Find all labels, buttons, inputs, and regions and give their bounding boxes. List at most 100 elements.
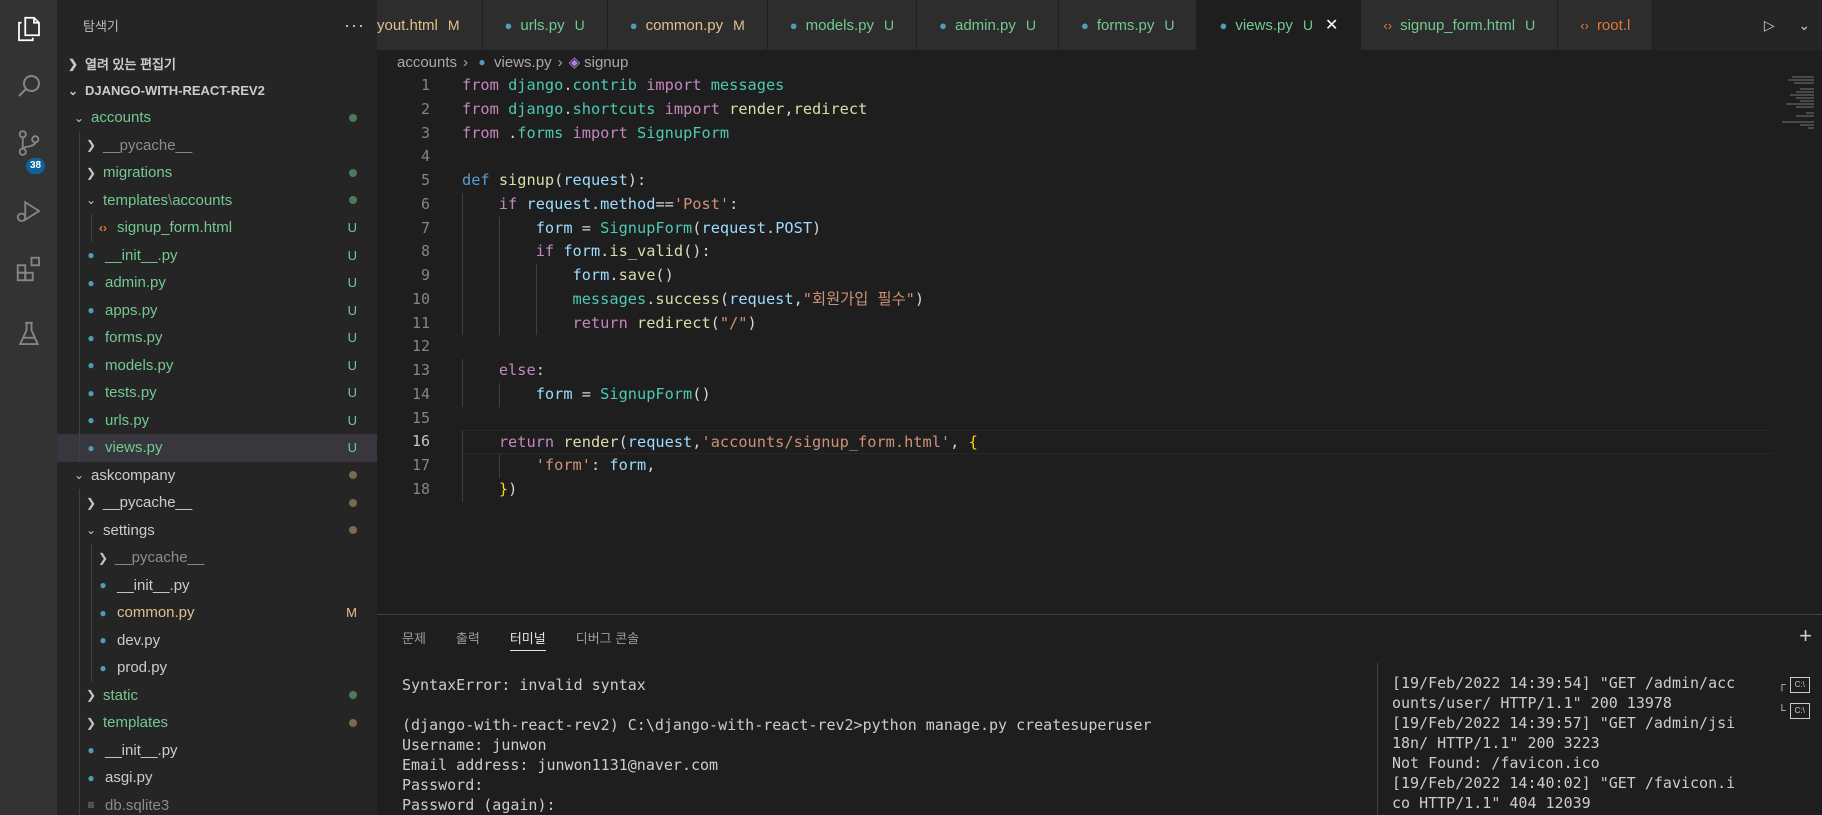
- tree-item[interactable]: ⌄ accounts: [57, 104, 377, 132]
- python-file-icon: ●: [87, 248, 95, 263]
- tree-item[interactable]: ⌄ settings: [57, 516, 377, 544]
- activity-bar: 38: [0, 0, 57, 815]
- tree-item[interactable]: ⌄ templates \ accounts: [57, 186, 377, 214]
- code-line[interactable]: form = SignupForm(): [462, 382, 1772, 407]
- tree-item[interactable]: ● __init__.py: [57, 736, 377, 764]
- code-line[interactable]: }): [462, 477, 1772, 502]
- tree-item-label: __init__.py: [105, 246, 178, 264]
- editor-tab[interactable]: ● urls.py U: [482, 0, 608, 50]
- tree-item[interactable]: ● dev.py: [57, 626, 377, 654]
- tree-item[interactable]: ● admin.py U: [57, 269, 377, 297]
- breadcrumb-file[interactable]: views.py: [494, 54, 552, 71]
- terminal-list-item[interactable]: ┌ C:\: [1778, 677, 1810, 693]
- breadcrumb-folder[interactable]: accounts: [397, 54, 457, 71]
- code-line[interactable]: form.save(): [462, 264, 1772, 288]
- tree-item[interactable]: ● prod.py: [57, 654, 377, 682]
- explorer-icon[interactable]: [0, 0, 57, 57]
- indent-guide: [91, 626, 92, 654]
- terminal-list-item[interactable]: └ C:\: [1778, 703, 1810, 719]
- run-debug-icon[interactable]: [0, 182, 57, 239]
- code-line[interactable]: 'form': form,: [462, 454, 1772, 478]
- testing-icon[interactable]: [0, 305, 57, 362]
- tree-item[interactable]: ● models.py U: [57, 351, 377, 379]
- new-terminal-icon[interactable]: +: [1799, 623, 1812, 649]
- panel-tab[interactable]: 디버그 콘솔: [576, 615, 639, 659]
- tree-item[interactable]: ● __init__.py U: [57, 241, 377, 269]
- editor-tab[interactable]: ● common.py M: [607, 0, 768, 50]
- code-line[interactable]: return render(request,'accounts/signup_f…: [462, 430, 1772, 455]
- tree-item[interactable]: ● asgi.py: [57, 764, 377, 792]
- tree-item[interactable]: ● apps.py U: [57, 296, 377, 324]
- code-line[interactable]: from django.shortcuts import render,redi…: [462, 98, 1772, 122]
- tree-item[interactable]: ≡ db.sqlite3: [57, 791, 377, 815]
- open-editors-section[interactable]: ❯ 열려 있는 편집기: [57, 50, 377, 77]
- tree-item[interactable]: ● tests.py U: [57, 379, 377, 407]
- editor-tab[interactable]: ‹› root.l: [1558, 0, 1654, 50]
- code-line[interactable]: from django.contrib import messages: [462, 74, 1772, 98]
- tree-item-label: __init__.py: [105, 741, 178, 759]
- editor-tab[interactable]: yout.html M: [377, 0, 483, 50]
- code-line[interactable]: if request.method=='Post':: [462, 192, 1772, 217]
- close-icon[interactable]: ✕: [1325, 15, 1338, 35]
- code-line[interactable]: return redirect("/"): [462, 311, 1772, 336]
- line-number: 3: [420, 123, 430, 142]
- code-line[interactable]: [462, 145, 1772, 169]
- tree-item[interactable]: ‹› signup_form.html U: [57, 214, 377, 242]
- tree-item[interactable]: ❯ __pycache__: [57, 544, 377, 572]
- code-line[interactable]: [462, 407, 1772, 431]
- tree-item[interactable]: ● urls.py U: [57, 406, 377, 434]
- tree-item[interactable]: ❯ migrations: [57, 159, 377, 187]
- terminal-line: [19/Feb/2022 14:39:57] "GET /admin/jsi: [1392, 714, 1736, 732]
- tab-label: yout.html: [377, 16, 438, 34]
- code-line[interactable]: from .forms import SignupForm: [462, 122, 1772, 146]
- indent-guide: [498, 287, 500, 312]
- python-file-icon: ●: [87, 743, 95, 758]
- terminal-split[interactable]: [19/Feb/2022 14:39:54] "GET /admin/acc ou…: [1377, 663, 1777, 815]
- editor-tab[interactable]: ● models.py U: [767, 0, 918, 50]
- indent-guide: [79, 131, 80, 159]
- tree-item[interactable]: ❯ __pycache__: [57, 489, 377, 517]
- tree-item[interactable]: ● views.py U: [57, 434, 377, 462]
- tree-item[interactable]: ● __init__.py: [57, 571, 377, 599]
- status-dot-icon: [349, 168, 357, 177]
- tree-item[interactable]: ● common.py M: [57, 599, 377, 627]
- more-actions-icon[interactable]: ···: [344, 15, 365, 36]
- run-dropdown-icon[interactable]: ⌄: [1798, 17, 1810, 34]
- panel-tab[interactable]: 출력: [456, 615, 480, 659]
- panel-tab[interactable]: 문제: [402, 615, 426, 659]
- search-icon[interactable]: [0, 57, 57, 114]
- code-area[interactable]: from django.contrib import messages from …: [462, 74, 1772, 502]
- minimap[interactable]: [1782, 74, 1822, 614]
- tree-item[interactable]: ❯ __pycache__: [57, 131, 377, 159]
- git-status: U: [347, 357, 357, 373]
- code-line[interactable]: if form.is_valid():: [462, 240, 1772, 264]
- terminal-main[interactable]: SyntaxError: invalid syntax (django-with-…: [402, 675, 1402, 815]
- tree-item[interactable]: ❯ static: [57, 681, 377, 709]
- tree-item[interactable]: ⌄ askcompany: [57, 462, 377, 490]
- editor-tab[interactable]: ● admin.py U: [917, 0, 1059, 50]
- editor-tab[interactable]: ● forms.py U: [1058, 0, 1198, 50]
- run-file-icon[interactable]: ▷: [1764, 17, 1775, 34]
- editor-tab[interactable]: ‹› signup_form.html U: [1361, 0, 1559, 50]
- tree-item[interactable]: ❯ templates: [57, 709, 377, 737]
- indent-guide: [79, 324, 80, 352]
- line-number: 8: [420, 242, 430, 261]
- project-section[interactable]: ⌄ DJANGO-WITH-REACT-REV2: [57, 77, 377, 104]
- breadcrumb-symbol[interactable]: signup: [584, 54, 628, 71]
- terminal-line: Not Found: /favicon.ico: [1392, 754, 1600, 772]
- code-token: method: [600, 194, 656, 213]
- editor-tab[interactable]: ● views.py U ✕: [1197, 0, 1362, 50]
- code-line[interactable]: form = SignupForm(request.POST): [462, 216, 1772, 241]
- tree-item[interactable]: ● forms.py U: [57, 324, 377, 352]
- code-line[interactable]: [462, 335, 1772, 359]
- code-line[interactable]: else:: [462, 359, 1772, 383]
- code-line[interactable]: def signup(request):: [462, 169, 1772, 193]
- code-line[interactable]: messages.success(request,"회원가입 필수"): [462, 287, 1772, 312]
- python-file-icon: ●: [87, 770, 95, 785]
- code-token: forms: [517, 123, 564, 142]
- panel-tab[interactable]: 터미널: [509, 615, 546, 659]
- code-editor[interactable]: 1 2 3 4 5 6 7 8 9 10 11 12 13 14 15 16 17 18 from django.…: [377, 74, 1822, 614]
- extensions-icon[interactable]: [0, 240, 57, 297]
